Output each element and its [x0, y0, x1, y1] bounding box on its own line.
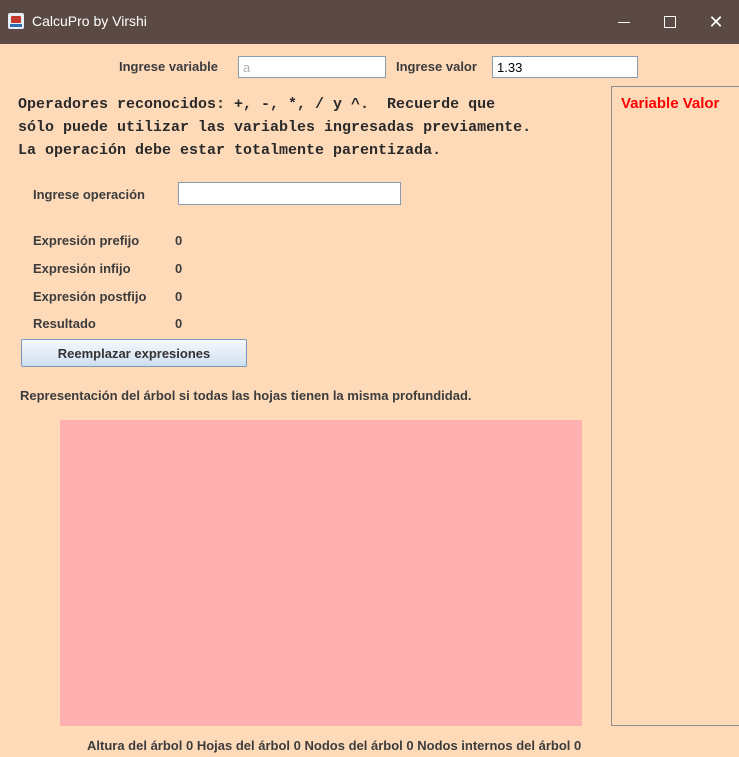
- value-label: Ingrese valor: [396, 59, 477, 74]
- minimize-icon: [618, 22, 630, 23]
- variable-label: Ingrese variable: [119, 59, 218, 74]
- window-title: CalcuPro by Virshi: [32, 13, 147, 29]
- maximize-button[interactable]: [647, 0, 693, 44]
- tree-caption: Representación del árbol si todas las ho…: [20, 388, 472, 403]
- tree-internal-label: Nodos internos del árbol: [417, 738, 571, 753]
- prefix-label: Expresión prefijo: [33, 233, 140, 248]
- tree-nodes-label: Nodos del árbol: [304, 738, 403, 753]
- result-label: Resultado: [33, 316, 96, 331]
- replace-expressions-button[interactable]: Reemplazar expresiones: [21, 339, 247, 367]
- operation-input[interactable]: [178, 182, 401, 205]
- title-bar: CalcuPro by Virshi ✕: [0, 0, 739, 44]
- tree-leaves-value: 0: [293, 738, 301, 753]
- minimize-button[interactable]: [601, 0, 647, 44]
- variables-panel: Variable Valor: [611, 86, 739, 726]
- tree-internal-value: 0: [574, 738, 582, 753]
- footer-stats: Altura del árbol 0 Hojas del árbol 0 Nod…: [87, 738, 581, 753]
- tree-nodes-value: 0: [406, 738, 414, 753]
- infix-value: 0: [175, 261, 183, 276]
- value-input[interactable]: [492, 56, 638, 78]
- maximize-icon: [664, 16, 676, 28]
- result-value: 0: [175, 316, 183, 331]
- tree-height-value: 0: [185, 738, 194, 753]
- postfix-value: 0: [175, 289, 183, 304]
- infix-label: Expresión infijo: [33, 261, 131, 276]
- variable-input[interactable]: [238, 56, 386, 78]
- tree-canvas: [60, 420, 582, 726]
- postfix-label: Expresión postfijo: [33, 289, 147, 304]
- tree-height-label: Altura del árbol: [87, 738, 183, 753]
- tree-leaves-label: Hojas del árbol: [196, 738, 291, 753]
- variables-header: Variable Valor: [621, 95, 720, 112]
- close-icon: ✕: [708, 12, 724, 32]
- operation-label: Ingrese operación: [33, 187, 145, 202]
- close-button[interactable]: ✕: [693, 0, 739, 44]
- instructions-text: Operadores reconocidos: +, -, *, / y ^. …: [18, 96, 532, 159]
- java-app-icon: [8, 13, 24, 29]
- prefix-value: 0: [175, 233, 183, 248]
